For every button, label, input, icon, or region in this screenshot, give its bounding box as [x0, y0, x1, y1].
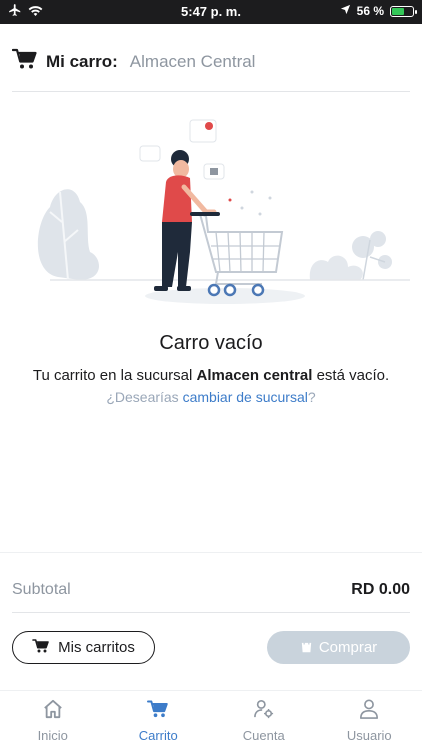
bottom-tab-bar: Inicio Carrito Cuenta Usuario	[0, 690, 422, 750]
status-bar-right: 56 %	[340, 4, 417, 18]
cart-header: Mi carro: Almacen Central	[11, 42, 410, 92]
status-bar: 5:47 p. m. 56 %	[0, 0, 422, 24]
subtotal-value: RD 0.00	[351, 580, 410, 598]
cart-icon	[147, 699, 169, 722]
empty-cart-branch: Almacen central	[196, 367, 313, 384]
empty-cart-illustration	[30, 112, 410, 312]
buy-label: Comprar	[318, 639, 378, 656]
my-carts-label: Mis carritos	[58, 639, 135, 656]
user-icon	[358, 699, 380, 722]
subtotal-label: Subtotal	[12, 580, 71, 598]
cart-icon	[32, 638, 50, 658]
shopping-bag-icon	[300, 638, 313, 657]
empty-cart-message: Tu carrito en la sucursal Almacen centra…	[0, 367, 422, 384]
tab-inicio-label: Inicio	[37, 728, 68, 743]
tab-carrito[interactable]: Carrito	[106, 691, 212, 750]
header-branch-name[interactable]: Almacen Central	[130, 52, 256, 72]
cart-summary: Subtotal RD 0.00 Mis carritos Comprar	[0, 552, 422, 690]
tab-usuario-label: Usuario	[346, 728, 392, 743]
empty-cart-message-suffix: está vacío.	[312, 367, 390, 384]
tab-inicio[interactable]: Inicio	[0, 691, 106, 750]
change-branch-link[interactable]: cambiar de sucursal	[183, 389, 308, 405]
battery-percent: 56 %	[356, 4, 384, 18]
location-icon	[340, 4, 351, 18]
buy-button[interactable]: Comprar	[267, 631, 410, 664]
tab-cuenta-label: Cuenta	[242, 728, 285, 743]
battery-level	[392, 7, 405, 15]
change-branch-hint-suffix: ?	[307, 389, 316, 405]
change-branch-hint: ¿Desearías cambiar de sucursal?	[0, 389, 422, 405]
home-icon	[42, 699, 64, 722]
header-title: Mi carro:	[46, 51, 118, 71]
account-settings-icon	[253, 699, 275, 722]
tab-usuario[interactable]: Usuario	[317, 691, 422, 750]
tab-cuenta[interactable]: Cuenta	[211, 691, 317, 750]
battery-icon	[390, 5, 417, 17]
tab-carrito-label: Carrito	[138, 728, 178, 743]
my-carts-button[interactable]: Mis carritos	[12, 631, 155, 664]
cart-icon	[11, 47, 38, 76]
change-branch-hint-prefix: ¿Desearías	[106, 389, 183, 405]
empty-cart-title: Carro vacío	[159, 332, 263, 354]
empty-cart-message-prefix: Tu carrito en la sucursal	[32, 367, 197, 384]
subtotal-row: Subtotal RD 0.00	[12, 567, 410, 613]
